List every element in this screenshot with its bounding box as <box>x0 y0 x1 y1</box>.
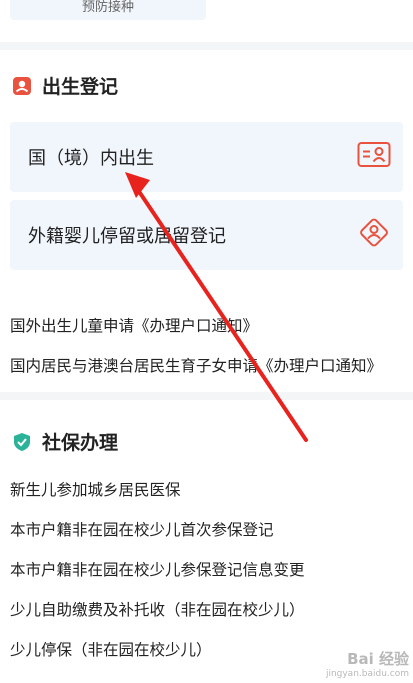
foreign-person-icon <box>357 216 391 255</box>
link-first-enrollment[interactable]: 本市户籍非在园在校少儿首次参保登记 <box>10 518 410 540</box>
section-title-text: 社保办理 <box>42 432 119 454</box>
register-book-icon <box>12 76 32 96</box>
top-service-card[interactable]: 预防接种 <box>10 0 206 20</box>
link-enrollment-info-change[interactable]: 本市户籍非在园在校少儿参保登记信息变更 <box>10 558 410 580</box>
annotation-arrow <box>125 172 308 442</box>
section-title-text: 出生登记 <box>42 76 119 98</box>
link-hk-macau-taiwan-household-notice[interactable]: 国内居民与港澳台居民生育子女申请《办理户口通知》 <box>10 354 410 376</box>
watermark: Bai 经验 jingyan.baidu.com <box>326 648 409 679</box>
section-divider <box>0 392 413 400</box>
section-social-insurance: 社保办理 <box>12 428 118 455</box>
card-domestic-birth[interactable]: 国（境）内出生 <box>10 122 403 192</box>
top-service-card-label: 预防接种 <box>81 0 134 15</box>
section-birth-registration: 出生登记 <box>12 72 118 99</box>
shield-check-icon <box>12 432 32 452</box>
section-divider <box>0 42 413 50</box>
top-strip: 预防接种 <box>0 0 413 42</box>
card-label: 外籍婴儿停留或居留登记 <box>28 226 226 247</box>
link-overseas-birth-household-notice[interactable]: 国外出生儿童申请《办理户口通知》 <box>10 314 410 336</box>
watermark-url: jingyan.baidu.com <box>325 669 409 679</box>
watermark-logo: Bai 经验 <box>347 650 409 668</box>
link-self-payment[interactable]: 少儿自助缴费及补托收（非在园在校少儿） <box>10 598 410 620</box>
card-label: 国（境）内出生 <box>28 148 154 169</box>
link-newborn-resident-medical-insurance[interactable]: 新生儿参加城乡居民医保 <box>10 478 410 500</box>
card-foreign-infant-registration[interactable]: 外籍婴儿停留或居留登记 <box>10 200 403 270</box>
id-card-icon <box>357 142 391 173</box>
